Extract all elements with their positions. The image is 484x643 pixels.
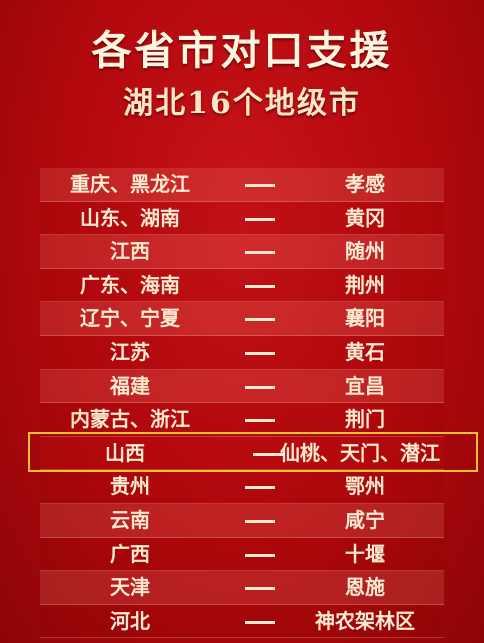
dash-separator (238, 370, 282, 404)
province-cell: 云南 (110, 507, 150, 532)
dash-separator (238, 470, 282, 504)
city-cell: 黄冈 (345, 205, 385, 230)
page-subtitle: 湖北16个地级市 (123, 86, 361, 121)
city-cell: 随州 (345, 239, 385, 264)
table-row: 河北 神农架林区 (40, 604, 444, 639)
city-cell: 恩施 (345, 575, 385, 600)
city-cell: 咸宁 (345, 507, 385, 532)
dash-separator (238, 538, 282, 572)
dash-separator (238, 336, 282, 370)
city-cell: 宜昌 (345, 373, 385, 398)
city-cell: 孝感 (345, 172, 385, 196)
province-cell: 江苏 (110, 339, 150, 364)
support-table: 重庆、黑龙江 孝感 山东、湖南 黄冈 江西 随州 广东、海南 荆州 辽宁、宁夏 … (40, 168, 444, 639)
dash-separator (238, 605, 282, 639)
province-cell: 辽宁、宁夏 (80, 306, 180, 331)
dash-separator (238, 571, 282, 605)
city-cell: 鄂州 (345, 474, 385, 499)
dash-separator (238, 504, 282, 538)
table-row: 云南 咸宁 (40, 503, 444, 538)
city-cell: 荆州 (345, 272, 385, 297)
dash-separator (238, 235, 282, 269)
table-row: 贵州 鄂州 (40, 470, 444, 504)
dash-separator (238, 269, 282, 303)
city-cell: 襄阳 (345, 306, 385, 331)
table-row: 辽宁、宁夏 襄阳 (40, 302, 444, 336)
city-cell: 神农架林区 (315, 608, 415, 633)
highlight-frame (28, 432, 478, 472)
province-cell: 广东、海南 (80, 272, 180, 297)
province-cell: 福建 (110, 373, 150, 398)
province-cell: 贵州 (110, 474, 150, 499)
table-row: 福建 宜昌 (40, 369, 444, 404)
city-cell: 黄石 (345, 339, 385, 364)
table-row: 山东、湖南 黄冈 (40, 201, 444, 236)
table-row: 天津 恩施 (40, 571, 444, 605)
province-cell: 天津 (110, 575, 150, 600)
dash-separator (238, 168, 282, 202)
table-row: 重庆、黑龙江 孝感 (40, 168, 444, 202)
dash-separator (238, 202, 282, 236)
province-cell: 广西 (110, 541, 150, 566)
page-title: 各省市对口支援 (91, 27, 393, 74)
dash-separator (238, 302, 282, 336)
table-row: 广东、海南 荆州 (40, 268, 444, 303)
province-cell: 重庆、黑龙江 (70, 172, 190, 196)
table-row: 广西 十堰 (40, 537, 444, 572)
province-cell: 山东、湖南 (80, 205, 180, 230)
city-cell: 十堰 (345, 541, 385, 566)
table-row: 江西 随州 (40, 235, 444, 269)
province-cell: 江西 (110, 239, 150, 264)
province-cell: 河北 (110, 608, 150, 633)
table-row: 江苏 黄石 (40, 335, 444, 370)
